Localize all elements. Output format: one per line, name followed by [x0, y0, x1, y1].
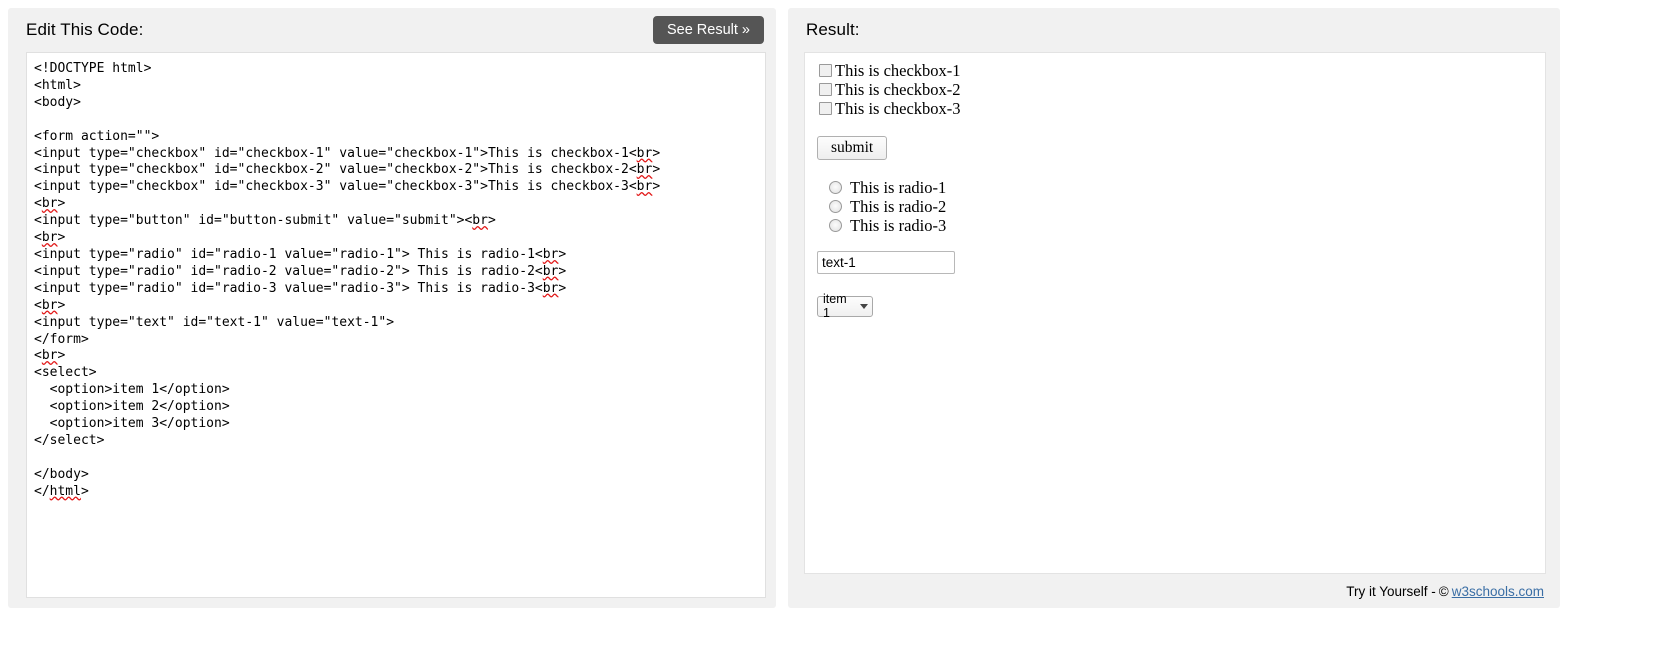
result-pane: Result: This is checkbox-1 This is check…: [788, 8, 1560, 608]
result-footer: Try it Yourself - © w3schools.com: [788, 574, 1560, 608]
see-result-button[interactable]: See Result »: [652, 16, 764, 44]
editor-header: Edit This Code: See Result »: [8, 8, 776, 52]
radio-3[interactable]: [829, 219, 842, 232]
checkbox-1-label: This is checkbox-1: [835, 61, 961, 80]
checkbox-3[interactable]: [819, 102, 832, 115]
radio-row[interactable]: This is radio-3: [815, 216, 1537, 235]
item-select[interactable]: item 1: [817, 292, 873, 320]
result-header: Result:: [788, 8, 1560, 52]
radio-3-label: This is radio-3: [850, 216, 947, 235]
checkbox-2[interactable]: [819, 83, 832, 96]
chevron-down-icon: [860, 303, 868, 309]
copyright-symbol: ©: [1438, 583, 1449, 599]
checkbox-row[interactable]: This is checkbox-1: [815, 61, 1537, 80]
radio-2-label: This is radio-2: [850, 197, 947, 216]
radio-1[interactable]: [829, 181, 842, 194]
try-it-editor-page: Edit This Code: See Result » <!DOCTYPE h…: [0, 0, 1671, 645]
code-editor-area[interactable]: <!DOCTYPE html> <html> <body> <form acti…: [26, 52, 766, 598]
footer-prefix: Try it Yourself -: [1346, 583, 1436, 599]
submit-button[interactable]: submit: [817, 136, 888, 160]
text-1-input[interactable]: [817, 251, 955, 274]
checkbox-1[interactable]: [819, 64, 832, 77]
w3schools-link[interactable]: w3schools.com: [1452, 584, 1544, 599]
radio-row[interactable]: This is radio-2: [815, 197, 1537, 216]
checkbox-row[interactable]: This is checkbox-3: [815, 99, 1537, 118]
editor-title: Edit This Code:: [26, 20, 144, 39]
checkbox-3-label: This is checkbox-3: [835, 99, 961, 118]
item-select-value: item 1: [823, 292, 847, 320]
result-preview-area: This is checkbox-1 This is checkbox-2 Th…: [804, 52, 1546, 574]
result-title: Result:: [806, 20, 860, 39]
editor-pane: Edit This Code: See Result » <!DOCTYPE h…: [8, 8, 776, 608]
checkbox-row[interactable]: This is checkbox-2: [815, 80, 1537, 99]
radio-1-label: This is radio-1: [850, 178, 947, 197]
checkbox-2-label: This is checkbox-2: [835, 80, 961, 99]
code-editor-text[interactable]: <!DOCTYPE html> <html> <body> <form acti…: [34, 61, 765, 501]
radio-2[interactable]: [829, 200, 842, 213]
radio-row[interactable]: This is radio-1: [815, 178, 1537, 197]
